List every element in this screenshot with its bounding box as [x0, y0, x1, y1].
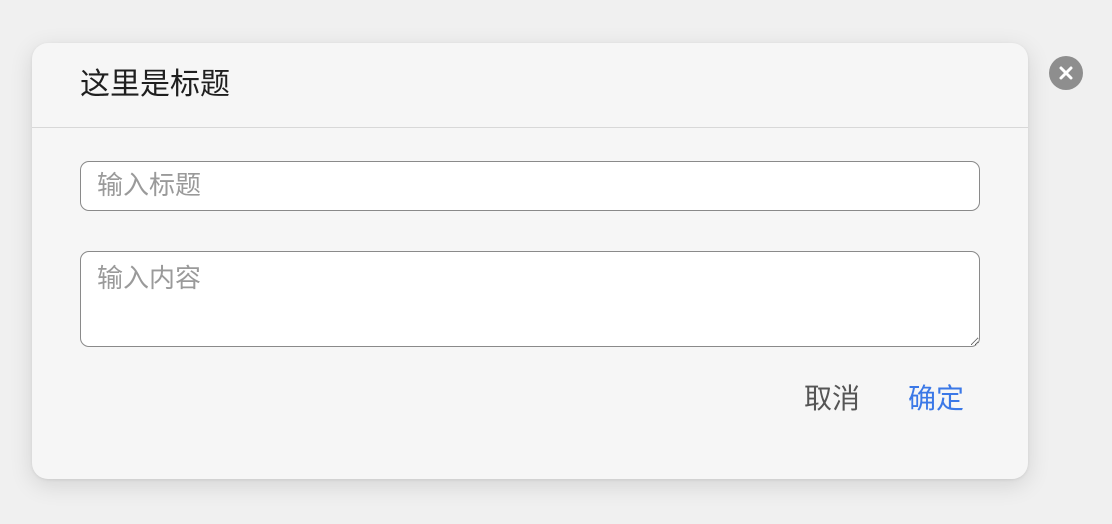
dialog-header: 这里是标题 [32, 43, 1028, 128]
content-input[interactable] [80, 251, 980, 347]
close-button[interactable] [1049, 56, 1083, 90]
dialog: 这里是标题 取消 确定 [32, 43, 1028, 479]
confirm-button[interactable]: 确定 [908, 379, 964, 419]
screen: 这里是标题 取消 确定 [0, 0, 1112, 524]
dialog-title: 这里是标题 [80, 67, 230, 102]
cancel-button[interactable]: 取消 [804, 379, 860, 419]
title-input[interactable] [80, 161, 980, 211]
close-icon [1058, 65, 1074, 81]
dialog-actions: 取消 确定 [804, 379, 964, 419]
